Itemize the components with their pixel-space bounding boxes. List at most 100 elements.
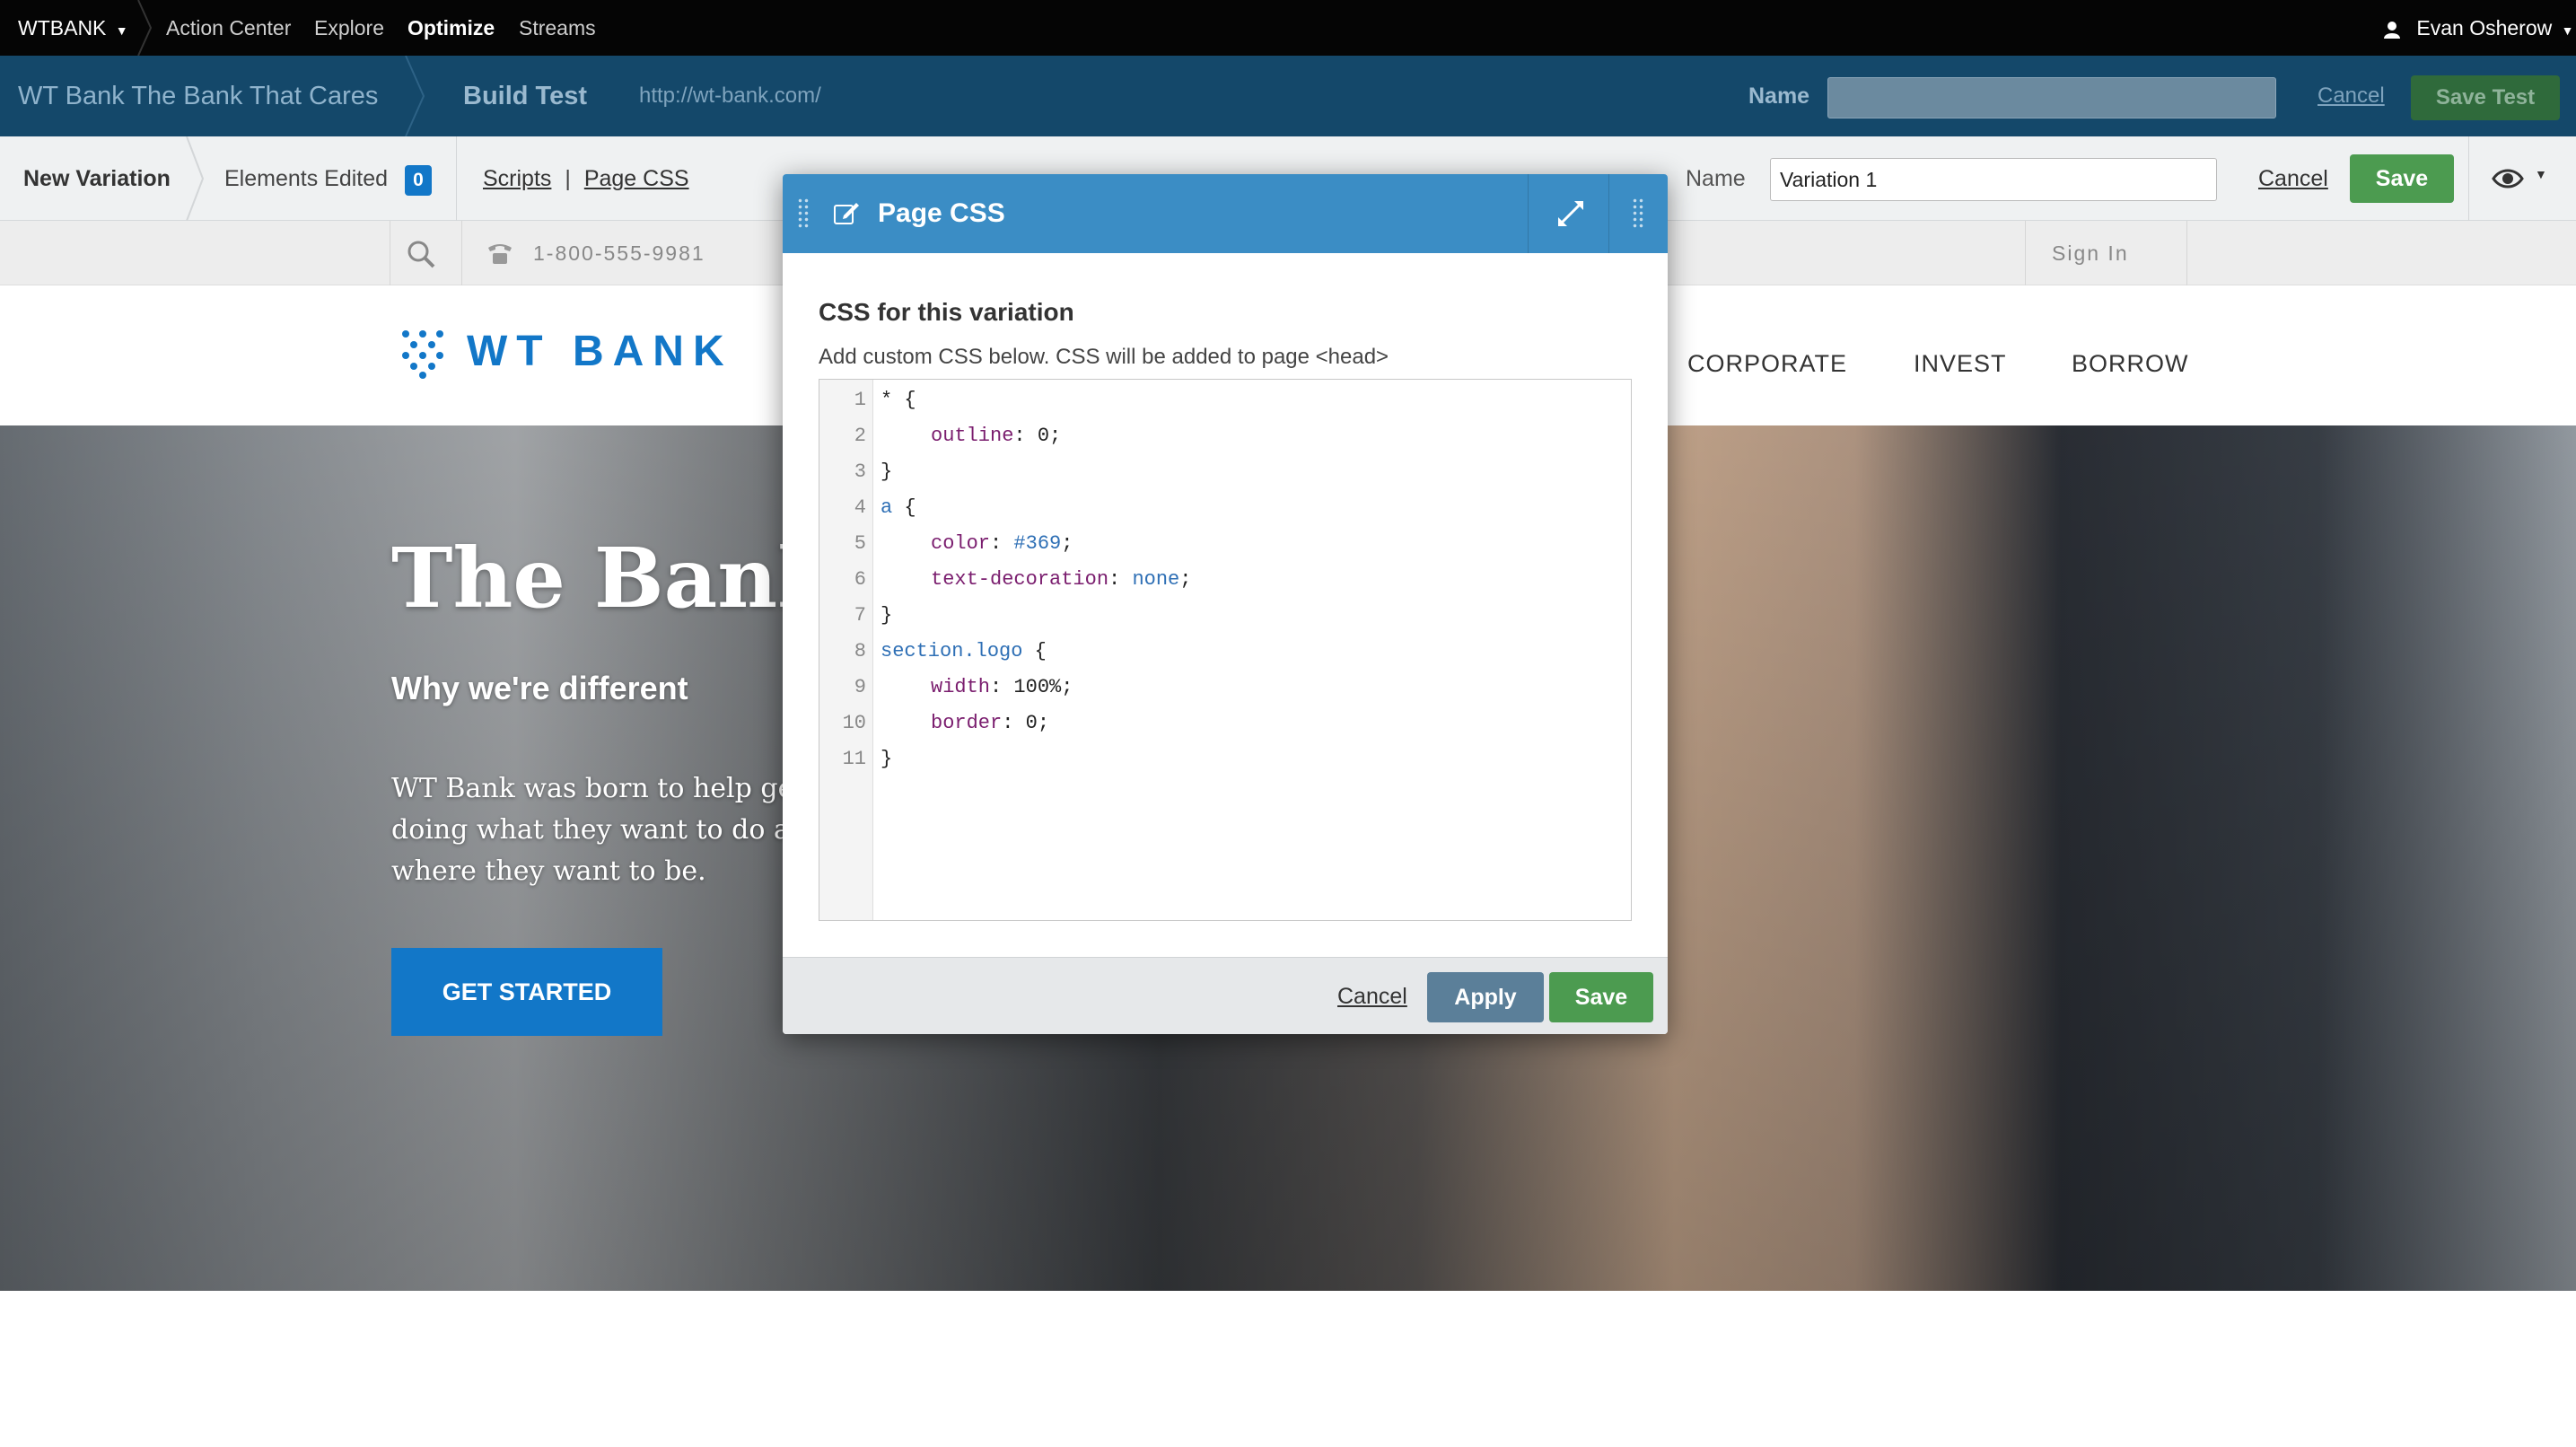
- target-url: http://wt-bank.com/: [639, 83, 821, 108]
- css-code-editor[interactable]: 1 2 3 4 5 6 7 8 9 10 11 * { outline: 0; …: [819, 379, 1632, 921]
- line-number: 1: [854, 389, 866, 411]
- css-property: color: [931, 532, 991, 555]
- nav-streams[interactable]: Streams: [519, 0, 596, 56]
- apply-button[interactable]: Apply: [1427, 972, 1544, 1022]
- site-nav-invest[interactable]: INVEST: [1914, 350, 2007, 378]
- page-css-link[interactable]: Page CSS: [584, 166, 689, 191]
- site-phone: 1-800-555-9981: [533, 241, 705, 265]
- dialog-footer: Cancel Apply Save: [783, 957, 1668, 1034]
- caret-down-icon: ▼: [2561, 23, 2574, 38]
- account-switcher[interactable]: WTBANK ▼: [18, 0, 128, 56]
- variation-name-input[interactable]: [1770, 158, 2217, 201]
- drag-handle-icon[interactable]: [797, 197, 810, 230]
- scripts-link[interactable]: Scripts: [483, 166, 551, 191]
- user-icon: [2384, 21, 2400, 39]
- link-divider: |: [565, 166, 571, 191]
- hero-body: WT Bank was born to help ge doing what t…: [391, 768, 793, 892]
- drag-handle-icon[interactable]: [1632, 197, 1644, 230]
- line-number: 10: [842, 712, 866, 734]
- css-value: none: [1132, 568, 1180, 591]
- code-links: Scripts | Page CSS: [483, 136, 689, 221]
- phone-icon: [488, 244, 512, 264]
- dialog-cancel-link[interactable]: Cancel: [1337, 958, 1407, 1034]
- user-menu[interactable]: Evan Osherow ▼: [2384, 0, 2574, 56]
- line-number: 7: [854, 604, 866, 627]
- hero-body-line: where they want to be.: [391, 855, 706, 887]
- eye-icon: [2492, 169, 2524, 189]
- page-css-dialog: Page CSS CSS for this variation Add cust…: [783, 174, 1668, 1034]
- line-number: 4: [854, 496, 866, 519]
- build-test-bar: WT Bank The Bank That Cares Build Test h…: [0, 56, 2576, 136]
- css-selector: a: [881, 496, 893, 519]
- dialog-hint: Add custom CSS below. CSS will be added …: [819, 345, 1389, 369]
- code-line: color: #369;: [931, 532, 1073, 555]
- line-number: 2: [854, 425, 866, 447]
- code-punct: {: [1022, 640, 1047, 662]
- dialog-header: Page CSS: [783, 174, 1668, 253]
- code-line: }: [881, 460, 893, 483]
- css-property: outline: [931, 425, 1014, 447]
- dialog-save-button[interactable]: Save: [1549, 972, 1653, 1022]
- test-name-input[interactable]: [1827, 77, 2276, 118]
- cancel-test-link[interactable]: Cancel: [2318, 56, 2385, 136]
- hero-body-line: WT Bank was born to help ge: [391, 773, 794, 804]
- code-punct: :: [1108, 568, 1133, 591]
- expand-icon[interactable]: [1555, 197, 1587, 230]
- account-name: WTBANK: [18, 16, 107, 39]
- css-selector: section.logo: [881, 640, 1023, 662]
- line-number: 8: [854, 640, 866, 662]
- code-line: text-decoration: none;: [931, 568, 1191, 591]
- code-line: border: 0;: [931, 712, 1049, 734]
- hero-subtitle: Why we're different: [391, 670, 688, 706]
- test-name-label: Name: [1748, 83, 1810, 109]
- dialog-title: Page CSS: [878, 198, 1005, 228]
- css-property: border: [931, 712, 1003, 734]
- elements-edited: Elements Edited 0: [224, 136, 432, 221]
- edit-icon: [834, 203, 859, 224]
- divider: [2468, 136, 2469, 221]
- site-nav-corporate[interactable]: CORPORATE: [1687, 350, 1847, 378]
- elements-edited-label: Elements Edited: [224, 166, 389, 191]
- save-variation-button[interactable]: Save: [2350, 154, 2454, 203]
- caret-down-icon: ▼: [2535, 167, 2547, 181]
- get-started-button[interactable]: GET STARTED: [391, 948, 662, 1036]
- code-punct: {: [892, 496, 916, 519]
- code-line: outline: 0;: [931, 425, 1061, 447]
- divider: [2186, 221, 2187, 285]
- page-below-hero: [0, 1291, 2576, 1447]
- code-punct: : 0;: [1013, 425, 1062, 447]
- dialog-heading: CSS for this variation: [819, 298, 1074, 326]
- elements-edited-count: 0: [405, 165, 432, 196]
- step-title: Build Test: [463, 82, 588, 110]
- preview-menu[interactable]: ▼: [2492, 163, 2558, 194]
- divider: [1528, 174, 1529, 253]
- nav-action-center[interactable]: Action Center: [166, 0, 291, 56]
- breadcrumb-separator: [186, 136, 205, 221]
- code-line: * {: [881, 389, 916, 411]
- cancel-variation-link[interactable]: Cancel: [2258, 136, 2328, 221]
- site-name: WT Bank The Bank That Cares: [18, 82, 379, 110]
- divider: [1608, 174, 1609, 253]
- search-icon[interactable]: [406, 239, 436, 269]
- divider: [461, 221, 462, 285]
- line-number: 9: [854, 676, 866, 698]
- nav-optimize[interactable]: Optimize: [407, 0, 495, 56]
- hero-title: The Bank: [391, 530, 835, 627]
- css-selector: *: [881, 389, 893, 411]
- code-line: section.logo {: [881, 640, 1047, 662]
- code-line: }: [881, 748, 893, 770]
- code-punct: ;: [1061, 532, 1073, 555]
- save-test-button[interactable]: Save Test: [2411, 75, 2560, 120]
- code-punct: : 0;: [1002, 712, 1050, 734]
- code-line: }: [881, 604, 893, 627]
- site-logo-text[interactable]: WT BANK: [467, 325, 733, 379]
- wt-bank-logo-icon: [402, 330, 443, 379]
- site-nav-borrow[interactable]: BORROW: [2072, 350, 2189, 378]
- nav-explore[interactable]: Explore: [314, 0, 384, 56]
- caret-down-icon: ▼: [115, 23, 128, 38]
- sign-in-link[interactable]: Sign In: [2052, 221, 2129, 285]
- css-property: text-decoration: [931, 568, 1109, 591]
- new-variation-label: New Variation: [23, 166, 171, 191]
- breadcrumb-separator: [137, 0, 153, 56]
- hero-body-line: doing what they want to do a: [391, 814, 790, 846]
